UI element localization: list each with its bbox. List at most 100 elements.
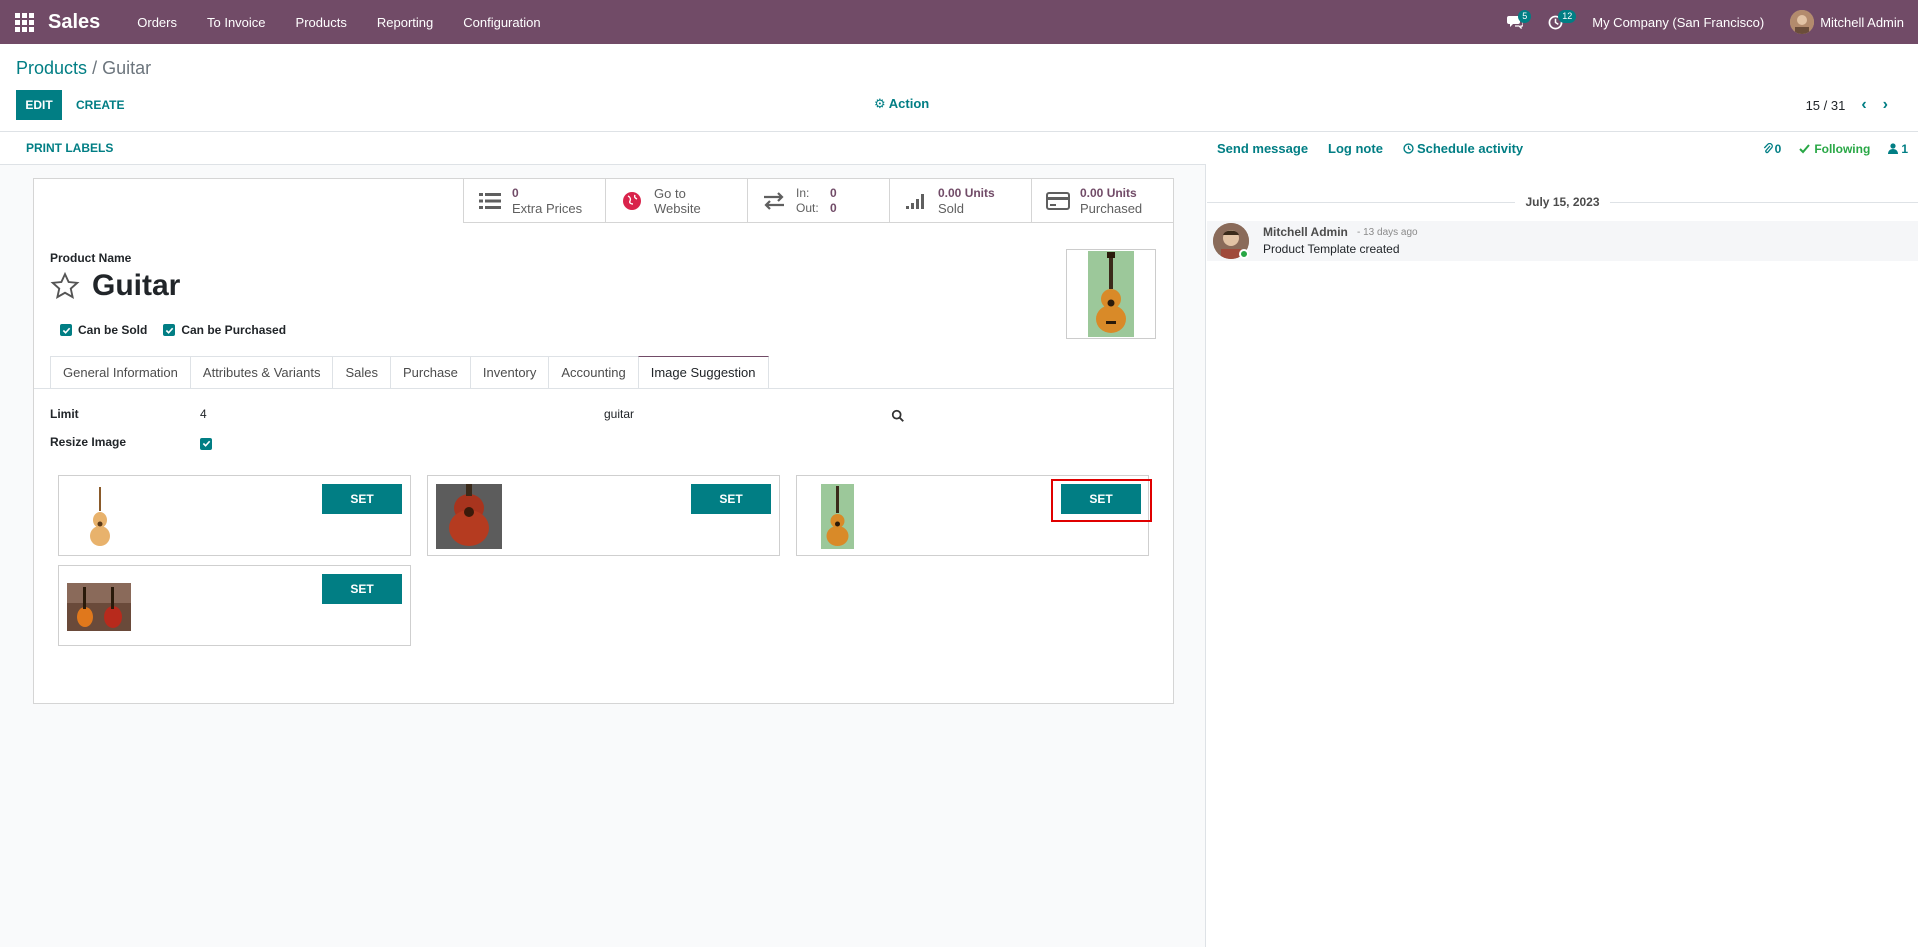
tab-image-suggestion[interactable]: Image Suggestion xyxy=(637,356,769,389)
form-view: PRINT LABELS 0 Extra Prices Go to Websit… xyxy=(0,132,1206,947)
image-suggestion-card: SET xyxy=(58,565,411,646)
breadcrumb-products[interactable]: Products xyxy=(16,58,87,78)
purchased-button[interactable]: 0.00 Units Purchased xyxy=(1031,179,1173,223)
online-status-dot xyxy=(1239,249,1249,259)
smart-button-box: 0 Extra Prices Go to Website In: 0 Out: … xyxy=(463,179,1173,223)
sold-button[interactable]: 0.00 Units Sold xyxy=(889,179,1031,223)
can-be-sold-checkbox[interactable]: Can be Sold xyxy=(60,323,147,337)
search-icon[interactable] xyxy=(891,409,905,423)
date-separator: July 15, 2023 xyxy=(1207,195,1918,209)
exchange-icon xyxy=(760,192,788,210)
menu-to-invoice[interactable]: To Invoice xyxy=(192,15,281,30)
suggestion-image xyxy=(67,484,133,549)
print-labels-button[interactable]: PRINT LABELS xyxy=(26,141,113,155)
resize-image-label: Resize Image xyxy=(50,435,127,449)
attachments-button[interactable]: 0 xyxy=(1763,141,1782,156)
message-time: - 13 days ago xyxy=(1357,227,1418,238)
two-guitars-image xyxy=(67,582,131,631)
can-be-purchased-label: Can be Purchased xyxy=(181,323,287,337)
tab-attributes-variants[interactable]: Attributes & Variants xyxy=(189,356,333,389)
set-image-button[interactable]: SET xyxy=(322,484,402,514)
notebook-tabs: General Information Attributes & Variant… xyxy=(50,356,769,389)
apps-menu-icon[interactable] xyxy=(14,12,34,32)
user-menu[interactable]: Mitchell Admin xyxy=(1790,10,1904,34)
app-brand[interactable]: Sales xyxy=(48,11,100,34)
checkbox-checked-icon xyxy=(163,324,176,336)
user-icon xyxy=(1888,143,1899,154)
pager-value[interactable]: 15 / 31 xyxy=(1806,98,1846,113)
pager: 15 / 31 ‹ › xyxy=(1806,96,1888,114)
form-sheet: 0 Extra Prices Go to Website In: 0 Out: … xyxy=(33,178,1174,704)
action-menu[interactable]: ⚙ Action xyxy=(874,96,929,112)
limit-value[interactable]: 4 xyxy=(200,407,207,421)
out-value: 0 xyxy=(830,201,837,215)
message-body: Product Template created xyxy=(1263,242,1400,256)
list-icon xyxy=(476,192,504,210)
messaging-menu[interactable]: 5 xyxy=(1500,0,1532,44)
action-label: Action xyxy=(888,96,930,111)
set-image-button[interactable]: SET xyxy=(691,484,771,514)
checkbox-checked-icon xyxy=(200,437,212,450)
create-button[interactable]: CREATE xyxy=(72,90,128,120)
extra-prices-value: 0 xyxy=(512,186,519,200)
tab-general-information[interactable]: General Information xyxy=(50,356,190,389)
date-separator-label: July 15, 2023 xyxy=(1525,195,1600,209)
pager-previous-icon[interactable]: ‹ xyxy=(1861,96,1866,114)
activity-menu[interactable]: 12 xyxy=(1540,0,1577,44)
chatter-topbar: Send message Log note Schedule activity … xyxy=(1207,132,1918,165)
can-be-sold-label: Can be Sold xyxy=(78,323,148,337)
breadcrumb-separator: / xyxy=(92,58,98,78)
company-switcher[interactable]: My Company (San Francisco) xyxy=(1592,15,1764,30)
messages-badge: 5 xyxy=(1518,10,1532,23)
globe-icon xyxy=(618,191,646,211)
suggestion-image xyxy=(436,484,502,549)
image-suggestion-card: SET xyxy=(427,475,780,556)
send-message-button[interactable]: Send message xyxy=(1217,141,1308,156)
go-to-website-button[interactable]: Go to Website xyxy=(605,179,747,223)
menu-reporting[interactable]: Reporting xyxy=(362,15,448,30)
checkbox-checked-icon xyxy=(60,324,72,336)
product-image[interactable] xyxy=(1066,249,1156,339)
acoustic-guitar-image xyxy=(821,484,854,549)
menu-orders[interactable]: Orders xyxy=(122,15,192,30)
product-name-label: Product Name xyxy=(50,251,132,265)
clock-icon xyxy=(1403,143,1414,154)
tab-purchase[interactable]: Purchase xyxy=(389,356,470,389)
signal-bars-icon xyxy=(902,192,930,210)
schedule-activity-button[interactable]: Schedule activity xyxy=(1403,141,1523,156)
product-name[interactable]: Guitar xyxy=(92,269,180,303)
edit-button[interactable]: EDIT xyxy=(16,90,62,120)
can-be-purchased-checkbox[interactable]: Can be Purchased xyxy=(163,323,286,337)
tab-inventory[interactable]: Inventory xyxy=(469,356,549,389)
activities-badge: 12 xyxy=(1558,10,1577,23)
out-label: Out: xyxy=(796,201,819,215)
following-label: Following xyxy=(1814,141,1871,156)
log-note-button[interactable]: Log note xyxy=(1328,141,1383,156)
menu-configuration[interactable]: Configuration xyxy=(448,15,555,30)
favorite-star-icon[interactable] xyxy=(50,271,80,301)
breadcrumb-current: Guitar xyxy=(102,58,152,78)
extra-prices-label: Extra Prices xyxy=(512,201,583,216)
message-author[interactable]: Mitchell Admin xyxy=(1263,225,1348,239)
tab-accounting[interactable]: Accounting xyxy=(548,356,638,389)
followers-button[interactable]: 1 xyxy=(1888,142,1908,156)
check-icon xyxy=(1799,143,1811,153)
in-out-button[interactable]: In: 0 Out: 0 xyxy=(747,179,889,223)
sold-label: Sold xyxy=(938,201,965,216)
resize-image-checkbox[interactable] xyxy=(200,436,218,451)
attachments-count: 0 xyxy=(1774,141,1782,156)
extra-prices-button[interactable]: 0 Extra Prices xyxy=(463,179,605,223)
set-image-button[interactable]: SET xyxy=(322,574,402,604)
following-button[interactable]: Following xyxy=(1799,142,1870,156)
limit-label: Limit xyxy=(50,407,79,421)
in-label: In: xyxy=(796,186,810,200)
chatter-message: Mitchell Admin - 13 days ago Product Tem… xyxy=(1207,221,1918,261)
menu-products[interactable]: Products xyxy=(281,15,362,30)
image-suggestion-card: SET xyxy=(58,475,411,556)
pager-next-icon[interactable]: › xyxy=(1883,96,1888,114)
tab-sales[interactable]: Sales xyxy=(332,356,390,389)
credit-card-icon xyxy=(1044,192,1072,210)
purchased-label: Purchased xyxy=(1080,201,1143,216)
purchased-value: 0.00 Units xyxy=(1080,186,1137,200)
image-search-query[interactable]: guitar xyxy=(604,407,634,421)
